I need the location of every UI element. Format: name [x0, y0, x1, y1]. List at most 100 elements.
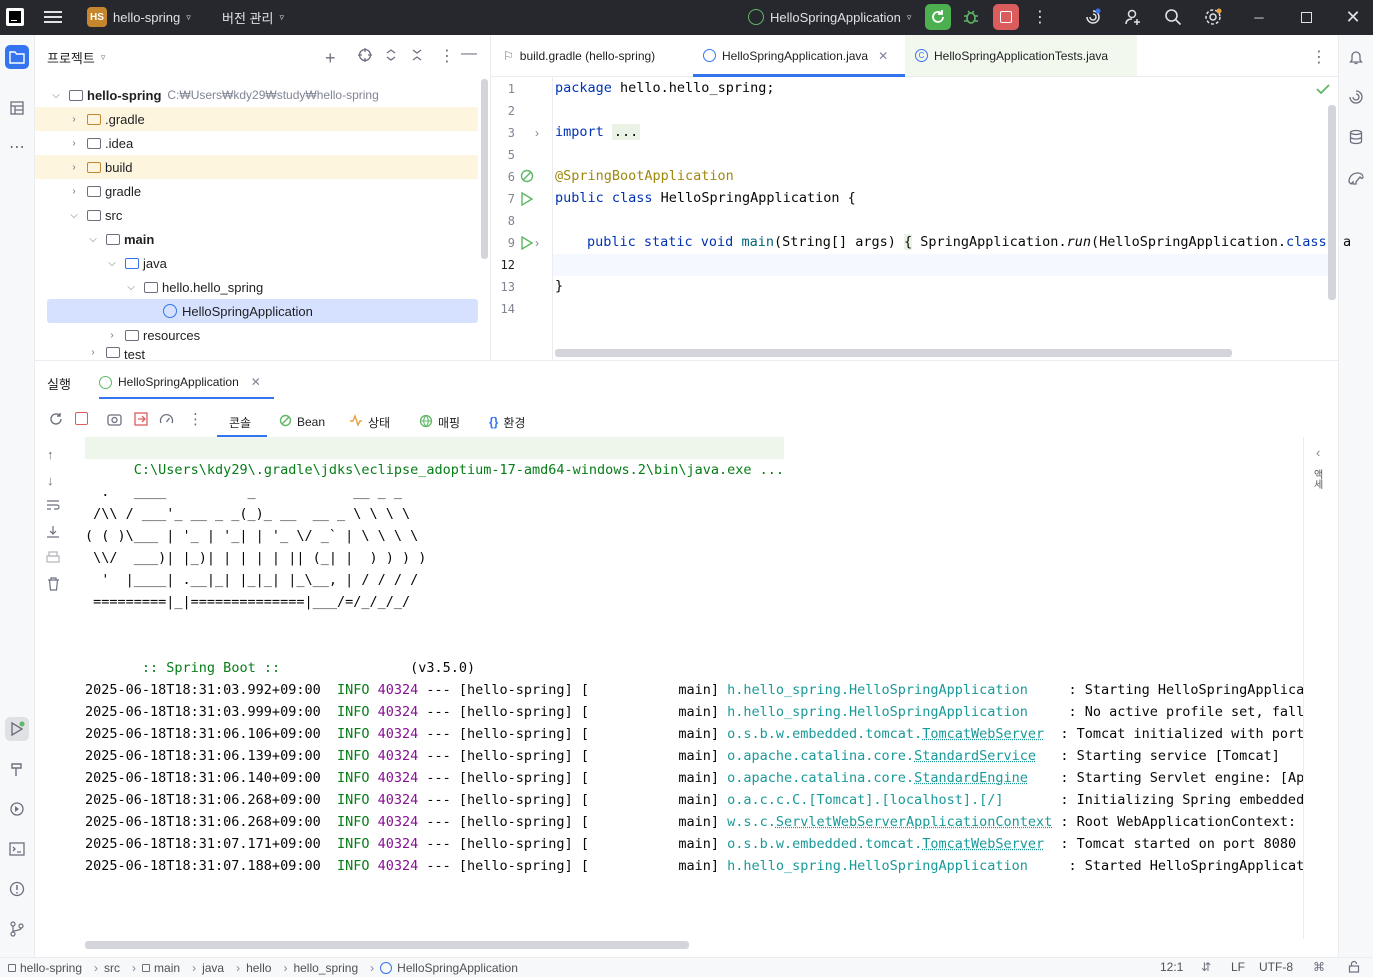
- log-logger[interactable]: o.apache.catalina.core.StandardService: [727, 748, 1052, 764]
- run-tool-icon[interactable]: [5, 717, 29, 741]
- hide-panel-icon[interactable]: —: [461, 45, 477, 63]
- vcs-status-icon[interactable]: ⌘: [1313, 960, 1325, 974]
- settings-gear-icon[interactable]: [1203, 7, 1223, 27]
- breadcrumb-item[interactable]: main: [154, 961, 180, 975]
- chevron-right-icon[interactable]: ›: [67, 162, 81, 173]
- build-hammer-icon[interactable]: [5, 757, 29, 781]
- folded-code[interactable]: ...: [611, 124, 641, 140]
- close-window-button[interactable]: ✕: [1343, 7, 1363, 27]
- subtab-console[interactable]: 콘솔: [217, 407, 263, 437]
- tree-item-hellospringapplication[interactable]: HelloSpringApplication: [47, 299, 478, 323]
- project-scrollbar[interactable]: [481, 79, 488, 259]
- main-menu-icon[interactable]: [44, 8, 62, 26]
- add-icon[interactable]: +: [325, 48, 336, 69]
- breadcrumb-item[interactable]: HelloSpringApplication: [397, 961, 518, 975]
- project-panel-title[interactable]: 프로젝트: [47, 48, 95, 67]
- subtab-bean[interactable]: Bean: [279, 407, 325, 437]
- chevron-down-icon[interactable]: ⌵: [105, 258, 119, 269]
- log-logger[interactable]: w.s.c.ServletWebServerApplicationContext: [727, 814, 1052, 830]
- tree-root-hello-spring[interactable]: ⌵ hello-spring C:₩Users₩kdy29₩study₩hell…: [35, 83, 478, 107]
- services-icon[interactable]: [5, 797, 29, 821]
- tree-item-src[interactable]: ⌵ src: [35, 203, 478, 227]
- git-branch-icon[interactable]: [5, 917, 29, 941]
- chevron-right-icon[interactable]: ›: [67, 186, 81, 197]
- breadcrumb-item[interactable]: hello-spring: [20, 961, 82, 975]
- expand-all-icon[interactable]: [385, 48, 397, 65]
- stop-icon[interactable]: [75, 412, 88, 425]
- console-horizontal-scrollbar[interactable]: [85, 941, 689, 949]
- chevron-down-icon[interactable]: ⌵: [49, 90, 63, 101]
- chevron-right-icon[interactable]: ›: [67, 114, 81, 125]
- terminal-icon[interactable]: [5, 837, 29, 861]
- structure-icon[interactable]: [5, 96, 29, 120]
- vcs-menu[interactable]: 버전 관리 ▿: [222, 8, 284, 26]
- tree-item-gradle[interactable]: › gradle: [35, 179, 478, 203]
- more-options-icon[interactable]: ⋮: [188, 410, 203, 428]
- subtab-mappings[interactable]: 매핑: [419, 407, 460, 437]
- editor-horizontal-scrollbar[interactable]: [555, 349, 1232, 357]
- chevron-right-icon[interactable]: ›: [105, 330, 119, 341]
- subtab-health[interactable]: 상태: [349, 407, 390, 437]
- close-tab-icon[interactable]: ✕: [251, 375, 261, 389]
- log-logger[interactable]: o.s.b.w.embedded.tomcat.TomcatWebServer: [727, 836, 1052, 852]
- chevron-down-icon[interactable]: ▿: [101, 52, 106, 63]
- indent-icon[interactable]: ⇵: [1201, 960, 1211, 974]
- tab-hellospringapplicationtests-java[interactable]: C HelloSpringApplicationTests.java: [905, 35, 1137, 76]
- camera-snapshot-icon[interactable]: [107, 412, 122, 429]
- log-logger[interactable]: o.apache.catalina.core.StandardEngine: [727, 770, 1052, 786]
- project-switcher[interactable]: HS hello-spring ▿: [87, 7, 191, 27]
- file-encoding[interactable]: UTF-8: [1259, 960, 1293, 974]
- subtab-environment[interactable]: {} 환경: [489, 407, 525, 437]
- chevron-left-icon[interactable]: ‹: [1316, 445, 1320, 460]
- run-panel-title[interactable]: 실행: [47, 374, 71, 393]
- more-tools-icon[interactable]: ⋯: [5, 135, 29, 159]
- tree-item-main[interactable]: ⌵ main: [35, 227, 478, 251]
- chevron-down-icon[interactable]: ⌵: [124, 282, 138, 293]
- add-user-icon[interactable]: [1123, 7, 1143, 27]
- locate-crosshair-icon[interactable]: [358, 48, 372, 65]
- no-problems-check-icon[interactable]: [1316, 83, 1330, 98]
- chevron-down-icon[interactable]: ⌵: [67, 210, 81, 221]
- breadcrumb-item[interactable]: src: [104, 961, 120, 975]
- breadcrumb-item[interactable]: java: [202, 961, 224, 975]
- chevron-down-icon[interactable]: ⌵: [86, 234, 100, 245]
- run-tab-hellospringapplication[interactable]: HelloSpringApplication ✕: [99, 369, 261, 395]
- exit-icon[interactable]: [134, 412, 148, 429]
- console-output[interactable]: C:\Users\kdy29\.gradle\jdks\eclipse_adop…: [35, 437, 1303, 939]
- tree-item-idea[interactable]: › .idea: [35, 131, 478, 155]
- problems-icon[interactable]: [5, 877, 29, 901]
- collapse-all-icon[interactable]: [411, 48, 423, 65]
- options-icon[interactable]: ⋮: [439, 46, 455, 66]
- tree-item-package[interactable]: ⌵ hello.hello_spring: [35, 275, 478, 299]
- breadcrumb-item[interactable]: hello_spring: [293, 961, 358, 975]
- notifications-bell-icon[interactable]: [1344, 45, 1368, 69]
- line-separator[interactable]: LF: [1231, 960, 1245, 974]
- rerun-icon[interactable]: [49, 412, 63, 429]
- log-logger[interactable]: h.hello_spring.HelloSpringApplication: [727, 704, 1060, 720]
- rerun-button[interactable]: [925, 4, 951, 30]
- gradle-elephant-icon[interactable]: [1344, 165, 1368, 189]
- code-area[interactable]: package hello.hello_spring; import ... @…: [491, 77, 1351, 360]
- breadcrumb-item[interactable]: hello: [246, 961, 271, 975]
- stop-button[interactable]: [993, 4, 1019, 30]
- lock-icon[interactable]: [1348, 960, 1360, 976]
- run-config-selector[interactable]: HelloSpringApplication ▿: [748, 8, 911, 26]
- log-logger[interactable]: h.hello_spring.HelloSpringApplication: [727, 682, 1060, 698]
- chevron-right-icon[interactable]: ›: [67, 138, 81, 149]
- tree-item-build[interactable]: › build: [35, 155, 478, 179]
- chevron-right-icon[interactable]: ›: [86, 347, 100, 358]
- database-icon[interactable]: [1344, 125, 1368, 149]
- more-actions-icon[interactable]: ⋮: [1032, 8, 1048, 26]
- log-logger[interactable]: h.hello_spring.HelloSpringApplication: [727, 858, 1060, 874]
- tab-hellospringapplication-java[interactable]: HelloSpringApplication.java ✕: [693, 35, 905, 77]
- tree-item-resources[interactable]: › resources: [35, 323, 478, 347]
- ai-chat-icon[interactable]: [1344, 85, 1368, 109]
- tree-item-java[interactable]: ⌵ java: [35, 251, 478, 275]
- tree-item-gradle-cache[interactable]: › .gradle: [35, 107, 478, 131]
- tab-options-icon[interactable]: ⋮: [1311, 47, 1327, 67]
- tab-build-gradle[interactable]: ⚐ build.gradle (hello-spring): [491, 35, 693, 76]
- close-tab-icon[interactable]: ✕: [878, 49, 888, 63]
- search-icon[interactable]: [1163, 7, 1183, 27]
- minimize-window-button[interactable]: ─: [1250, 8, 1268, 26]
- app-logo-icon[interactable]: [6, 8, 24, 26]
